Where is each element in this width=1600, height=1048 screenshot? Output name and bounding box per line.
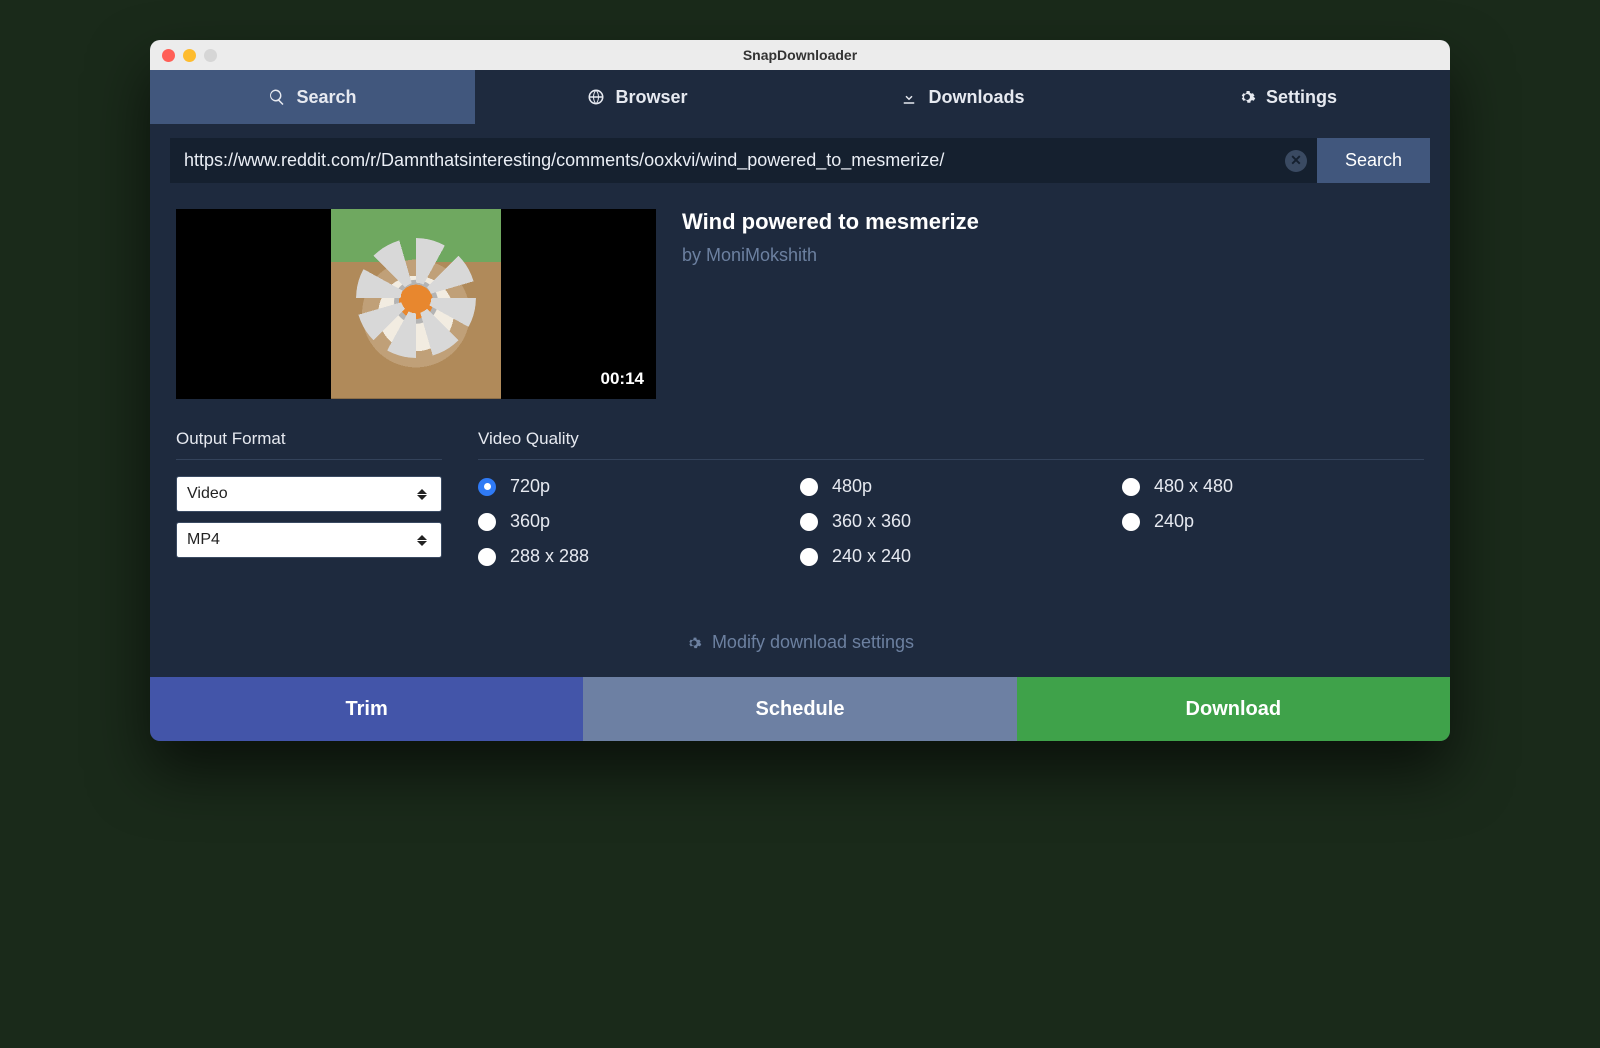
quality-label: 480p [832, 476, 872, 497]
quality-label: 720p [510, 476, 550, 497]
tab-label: Settings [1266, 87, 1337, 108]
radio-icon [800, 513, 818, 531]
quality-label: 360 x 360 [832, 511, 911, 532]
video-thumbnail[interactable]: 00:14 [176, 209, 656, 399]
globe-icon [587, 88, 605, 106]
divider [478, 459, 1424, 460]
gear-icon [1238, 88, 1256, 106]
tab-search[interactable]: Search [150, 70, 475, 124]
video-meta: Wind powered to mesmerize by MoniMokshit… [682, 209, 979, 399]
window-title: SnapDownloader [150, 47, 1450, 63]
trim-button[interactable]: Trim [150, 677, 583, 741]
search-icon [268, 88, 286, 106]
modify-label: Modify download settings [712, 632, 914, 653]
download-icon [900, 88, 918, 106]
divider [176, 459, 442, 460]
output-type-select[interactable]: Video [176, 476, 442, 512]
quality-label: 288 x 288 [510, 546, 589, 567]
tab-label: Browser [615, 87, 687, 108]
tab-label: Downloads [928, 87, 1024, 108]
output-format-label: Output Format [176, 429, 442, 449]
radio-icon [1122, 478, 1140, 496]
gear-icon [686, 635, 702, 651]
video-title: Wind powered to mesmerize [682, 209, 979, 235]
search-button[interactable]: Search [1317, 138, 1430, 183]
radio-icon [478, 478, 496, 496]
radio-icon [478, 548, 496, 566]
select-value: MP4 [187, 531, 220, 549]
quality-option[interactable]: 360p [478, 511, 780, 532]
modify-settings-link[interactable]: Modify download settings [150, 608, 1450, 677]
radio-icon [478, 513, 496, 531]
quality-option[interactable]: 240 x 240 [800, 546, 1102, 567]
radio-icon [800, 478, 818, 496]
tab-settings[interactable]: Settings [1125, 70, 1450, 124]
quality-label: 240 x 240 [832, 546, 911, 567]
app-window: SnapDownloader Search Browser Downloads … [150, 40, 1450, 741]
quality-option[interactable]: 360 x 360 [800, 511, 1102, 532]
footer-actions: Trim Schedule Download [150, 677, 1450, 741]
video-quality-label: Video Quality [478, 429, 1424, 449]
quality-option[interactable]: 720p [478, 476, 780, 497]
video-author: by MoniMokshith [682, 245, 979, 266]
quality-option[interactable]: 240p [1122, 511, 1424, 532]
quality-label: 240p [1154, 511, 1194, 532]
thumbnail-image [331, 209, 501, 399]
quality-option[interactable]: 480p [800, 476, 1102, 497]
tab-downloads[interactable]: Downloads [800, 70, 1125, 124]
radio-icon [1122, 513, 1140, 531]
schedule-button[interactable]: Schedule [583, 677, 1016, 741]
clear-icon[interactable]: ✕ [1285, 150, 1307, 172]
video-duration: 00:14 [601, 369, 644, 389]
quality-label: 480 x 480 [1154, 476, 1233, 497]
main-tabs: Search Browser Downloads Settings [150, 70, 1450, 124]
chevron-updown-icon [413, 535, 431, 546]
chevron-updown-icon [413, 489, 431, 500]
quality-label: 360p [510, 511, 550, 532]
output-container-select[interactable]: MP4 [176, 522, 442, 558]
quality-option[interactable]: 480 x 480 [1122, 476, 1424, 497]
tab-label: Search [296, 87, 356, 108]
radio-icon [800, 548, 818, 566]
url-input[interactable] [170, 138, 1317, 183]
download-button[interactable]: Download [1017, 677, 1450, 741]
tab-browser[interactable]: Browser [475, 70, 800, 124]
select-value: Video [187, 485, 228, 503]
quality-option[interactable]: 288 x 288 [478, 546, 780, 567]
url-row: ✕ Search [170, 138, 1430, 183]
quality-options: 720p 480p 480 x 480 360p 360 x 360 240p 288 x … [478, 476, 1424, 567]
titlebar: SnapDownloader [150, 40, 1450, 70]
